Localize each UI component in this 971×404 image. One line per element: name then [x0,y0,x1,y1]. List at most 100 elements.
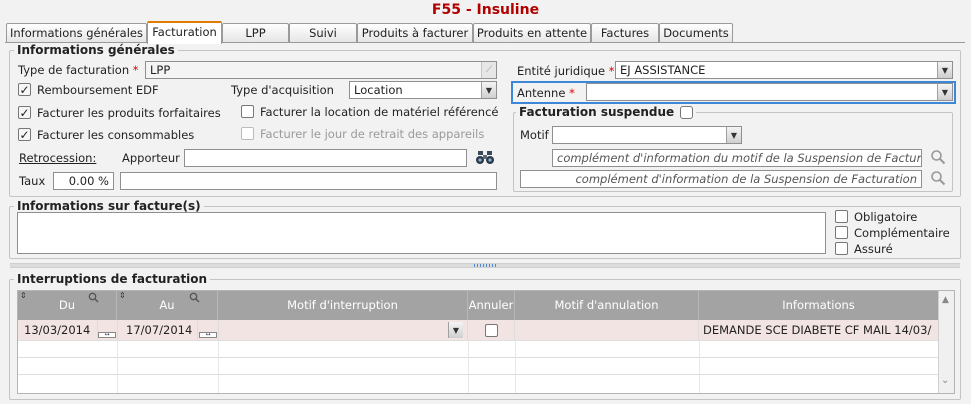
antenne-label-text: Antenne [517,86,566,100]
taux-input[interactable]: 0.00 % [53,172,114,190]
calendar-icon[interactable]: ↔ [199,332,217,338]
type-acquisition-value: Location [354,83,403,97]
tab-factures[interactable]: Factures [591,23,659,43]
calendar-icon[interactable]: ↔ [98,332,116,338]
required-marker: * [608,64,615,78]
cell-annuler [468,320,515,340]
entite-juridique-label-text: Entité juridique [517,64,606,78]
motif-label: Motif [520,128,549,142]
complement-motif-input[interactable]: complément d'information du motif de la … [552,149,922,167]
complementaire-checkbox[interactable] [835,226,848,239]
entite-juridique-label: Entité juridique * [517,64,614,78]
tab-documents[interactable]: Documents [659,23,733,43]
annuler-checkbox[interactable] [484,323,498,337]
chevron-down-icon[interactable]: ▼ [937,84,952,100]
obligatoire-label: Obligatoire [854,210,918,224]
suspension-legend: Facturation suspendue [516,105,697,119]
tab-produits-en-attente[interactable]: Produits en attente [473,23,591,43]
taux-label: Taux [19,174,46,188]
cell-motif-annulation[interactable] [515,320,699,340]
taux-extra-input[interactable] [120,172,497,190]
resize-grip-icon: ⟋ [481,62,496,78]
required-marker: * [569,86,575,100]
cell-au[interactable]: 17/07/2014 [117,320,198,340]
col-divider [515,340,516,393]
type-facturation-label: Type de facturation * [18,63,139,77]
chevron-down-icon[interactable]: ▼ [726,127,741,143]
remboursement-edf-label: Remboursement EDF [37,83,159,97]
complement-input[interactable]: complément d'information de la Suspensio… [520,170,922,188]
column-header-informations[interactable]: Informations [699,291,938,320]
apporteur-label: Apporteur [122,151,180,165]
col-divider [699,340,700,393]
entite-juridique-select[interactable]: EJ ASSISTANCE [615,61,953,79]
vertical-scrollbar[interactable]: ▲ ⌄ [938,291,954,393]
scroll-up-icon[interactable]: ▲ [942,295,949,305]
antenne-select[interactable] [586,83,953,101]
column-header-motif-interruption[interactable]: Motif d'interruption [218,291,468,320]
chevron-down-icon[interactable]: ▼ [448,322,463,338]
tab-produits-a-facturer[interactable]: Produits à facturer [357,23,473,43]
invoice-info-legend: Informations sur facture(s) [14,199,204,213]
cell-du[interactable]: 13/03/2014 [18,320,98,340]
binoculars-icon[interactable] [475,150,495,165]
scroll-down-icon[interactable]: ⌄ [941,375,949,386]
obligatoire-checkbox[interactable] [835,210,848,223]
filter-magnifier-icon[interactable] [189,292,200,306]
required-marker: * [132,63,139,77]
column-header-motif-annulation[interactable]: Motif d'annulation [515,291,699,320]
cell-motif-interruption[interactable] [218,320,468,340]
col-divider [218,340,219,393]
tab-informations-generales[interactable]: Informations générales [6,23,147,43]
table-row[interactable]: 13/03/2014 ↔ 17/07/2014 ↔ ▼ DEMANDE SCE … [18,320,938,340]
complementaire-label: Complémentaire [854,226,950,240]
row-divider [18,340,938,341]
type-acquisition-select[interactable]: Location [349,81,497,99]
splitter-grip-icon [474,264,498,267]
suspension-checkbox[interactable] [680,105,694,119]
sort-icon[interactable]: ⇕ [119,291,126,300]
column-header-annuler[interactable]: Annuler [468,291,515,320]
magnifier-icon[interactable] [930,170,946,186]
facturer-location-label: Facturer la location de matériel référen… [260,105,499,119]
chevron-down-icon[interactable]: ▼ [481,82,496,98]
invoice-info-textarea[interactable] [17,212,826,254]
tab-facturation[interactable]: Facturation [147,21,222,44]
cell-informations[interactable]: DEMANDE SCE DIABETE CF MAIL 14/03/ [699,320,938,340]
type-acquisition-label: Type d'acquisition [231,83,334,97]
facturer-forfaitaires-checkbox[interactable]: ✓ [18,106,31,119]
type-facturation-select[interactable]: LPP [145,61,497,79]
assure-checkbox[interactable] [835,242,848,255]
interruptions-legend: Interruptions de facturation [14,272,211,286]
antenne-label: Antenne * [517,86,575,100]
motif-select[interactable] [552,126,742,144]
window-title: F55 - Insuline [431,2,540,18]
filter-magnifier-icon[interactable] [88,292,99,306]
facturer-consommables-label: Facturer les consommables [37,128,195,142]
magnifier-icon[interactable] [930,149,946,165]
type-facturation-value: LPP [150,63,171,77]
facturer-consommables-checkbox[interactable]: ✓ [18,128,31,141]
row-divider [18,374,938,375]
facturer-forfaitaires-label: Facturer les produits forfaitaires [37,106,221,120]
chevron-down-icon[interactable]: ▼ [937,62,952,78]
tab-suivi[interactable]: Suivi [289,23,357,43]
tab-lpp[interactable]: LPP [222,23,289,43]
facturer-location-checkbox[interactable] [241,105,254,118]
apporteur-input[interactable] [184,149,467,167]
column-header-du[interactable]: Du [18,291,117,320]
retrocession-link[interactable]: Retrocession: [19,151,96,165]
suspension-legend-text: Facturation suspendue [519,105,675,119]
column-header-au[interactable]: Au [117,291,218,320]
interruptions-grid: Du Au Motif d'interruption Annuler Motif… [17,290,955,394]
sort-icon[interactable]: ⇕ [20,291,27,300]
type-facturation-label-text: Type de facturation [18,63,130,77]
col-divider [117,340,118,393]
general-legend: Informations générales [14,43,178,57]
row-divider [18,357,938,358]
remboursement-edf-checkbox[interactable]: ✓ [18,83,31,96]
assure-label: Assuré [854,242,893,256]
entite-juridique-value: EJ ASSISTANCE [620,63,706,77]
col-divider [468,340,469,393]
facturer-retrait-checkbox[interactable] [241,127,254,140]
